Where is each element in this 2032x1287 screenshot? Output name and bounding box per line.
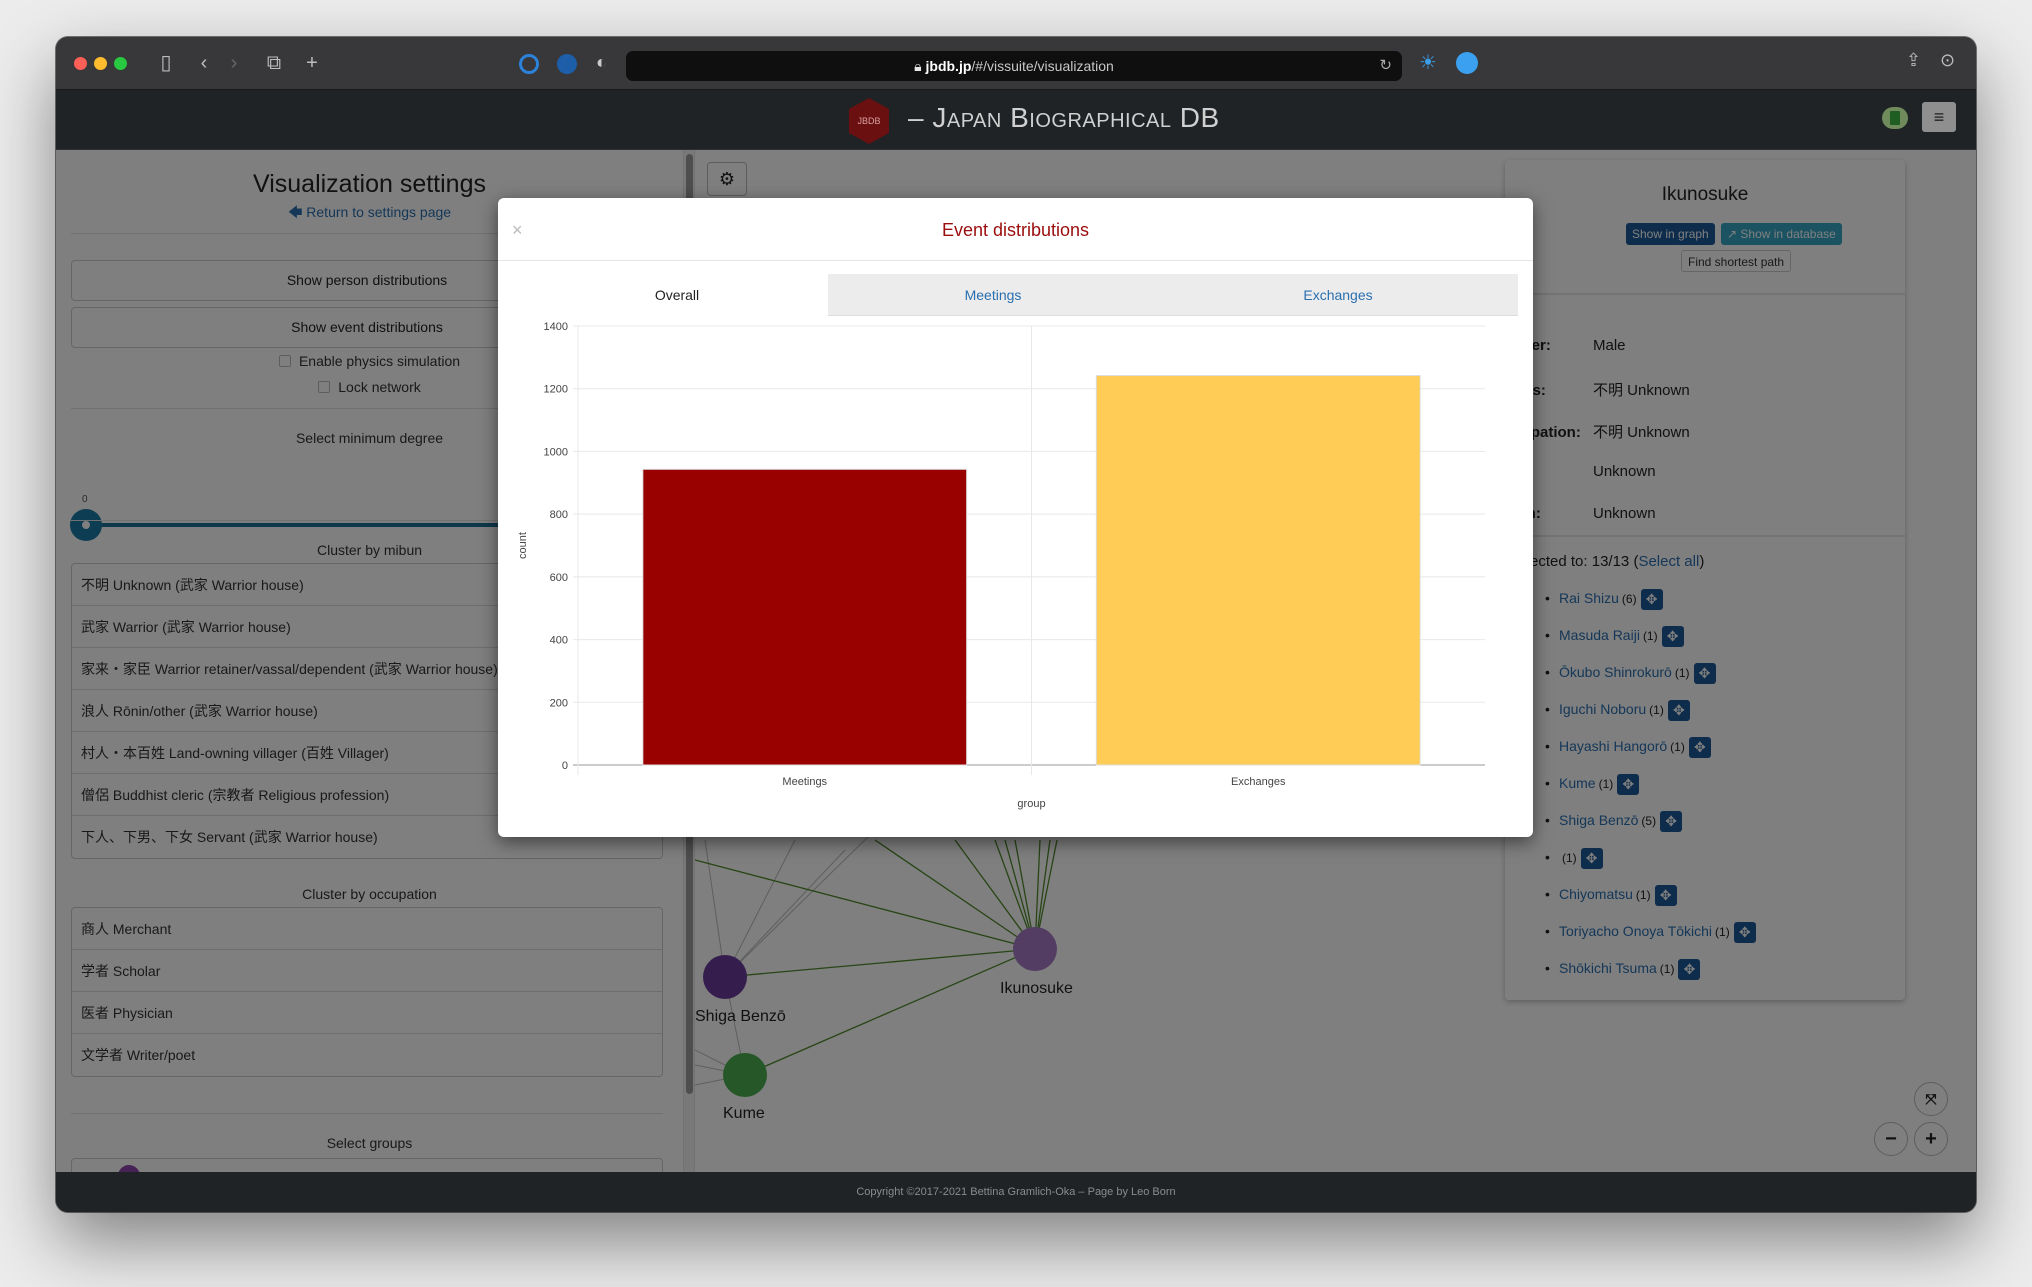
modal-title: Event distributions bbox=[941, 220, 1090, 240]
back-icon[interactable]: ‹ bbox=[190, 51, 218, 75]
close-window-button[interactable] bbox=[74, 57, 87, 70]
y-tick-label: 1000 bbox=[544, 446, 568, 458]
tab-exchanges[interactable]: Exchanges bbox=[1158, 274, 1518, 316]
url-host: jbdb.jp bbox=[925, 58, 972, 74]
browser-toolbar: ▯ ‹ › ⧉ + ◐ 🔒︎ jbdb.jp/#/vissuite/visual… bbox=[56, 37, 1976, 90]
x-tick-label: Meetings bbox=[782, 776, 827, 788]
jbdb-logo[interactable]: JBDB bbox=[844, 96, 894, 146]
address-bar[interactable]: 🔒︎ jbdb.jp/#/vissuite/visualization ↻ bbox=[626, 51, 1402, 81]
extension-icon[interactable] bbox=[557, 54, 577, 74]
y-tick-label: 400 bbox=[550, 635, 568, 647]
hamburger-menu-button[interactable]: ≡ bbox=[1922, 102, 1956, 132]
translate-extension-icon[interactable] bbox=[1456, 52, 1478, 74]
downloads-icon[interactable]: ⊙ bbox=[1940, 50, 1955, 71]
y-tick-label: 600 bbox=[550, 572, 568, 584]
app-header: JBDB – Japan Biographical DB ≡ bbox=[56, 90, 1976, 150]
book-icon[interactable] bbox=[1882, 107, 1908, 129]
share-icon[interactable]: ⇪ bbox=[1906, 50, 1921, 71]
y-tick-label: 0 bbox=[562, 760, 568, 772]
main-content: Visualization settings 🡄 Return to setti… bbox=[56, 150, 1976, 1172]
divider bbox=[498, 260, 1533, 261]
y-tick-label: 1200 bbox=[544, 384, 568, 396]
y-axis-label: count bbox=[517, 532, 529, 559]
forward-icon[interactable]: › bbox=[220, 51, 248, 75]
brand-title: – Japan Biographical DB bbox=[908, 102, 1220, 133]
dark-mode-icon[interactable]: ☀ bbox=[1419, 50, 1437, 75]
password-manager-icon[interactable] bbox=[519, 54, 539, 74]
maximize-window-button[interactable] bbox=[114, 57, 127, 70]
svg-text:JBDB: JBDB bbox=[857, 116, 880, 126]
new-tab-icon[interactable]: + bbox=[298, 51, 326, 75]
y-tick-label: 1400 bbox=[544, 321, 568, 333]
browser-window: ▯ ‹ › ⧉ + ◐ 🔒︎ jbdb.jp/#/vissuite/visual… bbox=[56, 37, 1976, 1212]
bar-meetings bbox=[642, 468, 968, 766]
url-path: /#/vissuite/visualization bbox=[971, 58, 1114, 74]
minimize-window-button[interactable] bbox=[94, 57, 107, 70]
tab-overall[interactable]: Overall bbox=[512, 274, 842, 316]
reload-icon[interactable]: ↻ bbox=[1379, 51, 1392, 81]
privacy-shield-icon[interactable]: ◐ bbox=[596, 52, 607, 73]
page-footer: Copyright ©2017-2021 Bettina Gramlich-Ok… bbox=[56, 1172, 1976, 1212]
tab-meetings[interactable]: Meetings bbox=[828, 274, 1158, 316]
event-distribution-chart: 0 200 400 600 800 1000 1200 1400 Meetings Exchang… bbox=[517, 321, 1485, 810]
lock-icon: 🔒︎ bbox=[914, 58, 926, 74]
bar-exchanges bbox=[1095, 375, 1421, 766]
x-tick-label: Exchanges bbox=[1231, 776, 1286, 788]
event-distributions-modal: × Event distributions Overall Meetings E… bbox=[498, 198, 1533, 837]
distribution-tabs: Overall Meetings Exchanges bbox=[498, 274, 1533, 316]
y-tick-label: 200 bbox=[550, 697, 568, 709]
y-tick-label: 800 bbox=[550, 509, 568, 521]
tab-overview-icon[interactable]: ⧉ bbox=[260, 51, 288, 75]
x-axis-label: group bbox=[1017, 798, 1045, 810]
sidebar-toggle-icon[interactable]: ▯ bbox=[152, 51, 180, 75]
